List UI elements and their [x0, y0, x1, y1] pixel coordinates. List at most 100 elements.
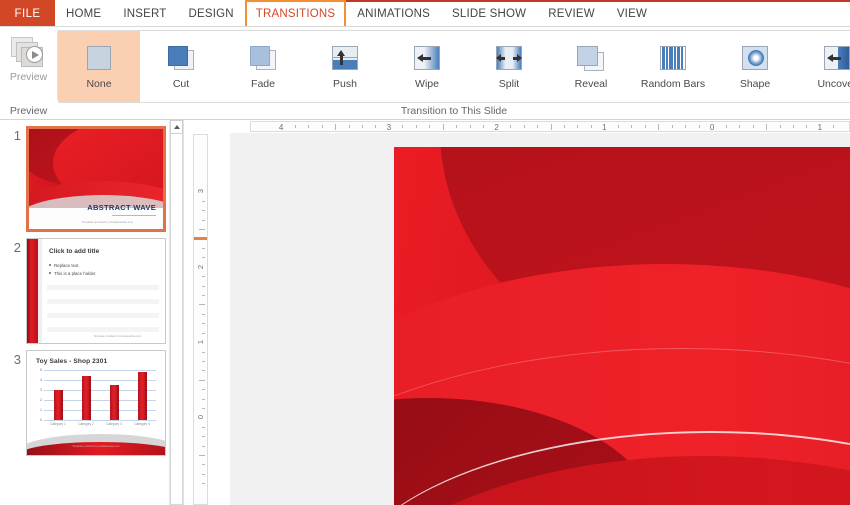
- slide-thumbnail-row-2[interactable]: 2 Click to add title Replace text. This …: [0, 232, 183, 344]
- transition-item-uncover[interactable]: Uncover: [796, 31, 850, 102]
- slide-editing-canvas[interactable]: 4 3 2 1 0 1: [230, 120, 850, 505]
- horizontal-ruler-tick: [806, 125, 808, 128]
- transition-random-bars-label: Random Bars: [640, 78, 706, 90]
- slide-thumbnail-2[interactable]: Click to add title Replace text. This is…: [26, 238, 166, 344]
- preview-button[interactable]: Preview: [1, 29, 56, 91]
- tab-home[interactable]: HOME: [55, 0, 112, 27]
- slide-3-chart-plot: 0 1 2 3 4 5 Category 1 Category 2 Category 3 Cate…: [40, 368, 156, 426]
- chart-gridline: 5: [40, 368, 156, 372]
- horizontal-ruler-tick: [752, 125, 754, 128]
- vertical-ruler-tick: [202, 398, 205, 400]
- transition-item-wipe[interactable]: Wipe: [386, 31, 468, 102]
- horizontal-ruler-tick-label: 4: [278, 123, 284, 132]
- horizontal-ruler-tick: [590, 125, 592, 128]
- horizontal-ruler-tick: [510, 125, 512, 128]
- horizontal-ruler-tick: [442, 123, 444, 130]
- tab-view[interactable]: VIEW: [606, 0, 658, 27]
- transition-item-push[interactable]: Push: [304, 31, 386, 102]
- tab-review[interactable]: REVIEW: [537, 0, 606, 27]
- vertical-ruler-tick: [202, 464, 205, 466]
- vertical-ruler-tick: [199, 379, 205, 381]
- transition-split-icon: [492, 45, 526, 75]
- vertical-ruler-tick: [202, 200, 205, 202]
- transition-shape-label: Shape: [739, 78, 771, 90]
- tab-animations[interactable]: ANIMATIONS: [346, 0, 441, 27]
- powerpoint-window: FILE HOME INSERT DESIGN TRANSITIONS ANIM…: [0, 0, 850, 505]
- vertical-ruler-tick: [202, 407, 205, 409]
- transition-fade-icon: [246, 45, 280, 75]
- chart-bar: [109, 385, 119, 420]
- horizontal-ruler-tick: [766, 123, 768, 130]
- horizontal-ruler-tick: [792, 125, 794, 128]
- horizontal-ruler-tick: [523, 125, 525, 128]
- tab-review-label: REVIEW: [548, 7, 595, 20]
- chart-y-tick-label: 1: [40, 408, 42, 412]
- slide-thumbnail-row-3[interactable]: 3 Toy Sales - Shop 2301 0 1 2 3 4 5 Category 1…: [0, 344, 183, 456]
- transition-none-label: None: [86, 78, 112, 90]
- transition-item-fade[interactable]: Fade: [222, 31, 304, 102]
- transition-gallery-wrap: None Cut Fade Push Wipe Split Reveal Ran…: [58, 27, 850, 105]
- horizontal-ruler-tick: [335, 123, 337, 130]
- tab-insert[interactable]: INSERT: [112, 0, 177, 27]
- transition-wipe-label: Wipe: [415, 78, 439, 90]
- slide-thumbnail-row-1[interactable]: 1 ABSTRACT WAVE Template provided by tem…: [0, 120, 183, 232]
- horizontal-ruler-tick: [833, 125, 835, 128]
- chart-gridline: 0: [40, 418, 156, 422]
- horizontal-ruler-tick: [537, 125, 539, 128]
- horizontal-ruler-tick-label: 3: [386, 123, 392, 132]
- vertical-ruler-tick: [202, 219, 205, 221]
- transition-cut-label: Cut: [172, 78, 190, 90]
- vertical-ruler-tick: [202, 445, 205, 447]
- transition-item-cut[interactable]: Cut: [140, 31, 222, 102]
- transition-item-reveal[interactable]: Reveal: [550, 31, 632, 102]
- transition-cut-icon: [164, 45, 198, 75]
- slide-3-artwork: Toy Sales - Shop 2301 0 1 2 3 4 5 Category 1 Ca…: [27, 351, 165, 455]
- transition-item-split[interactable]: Split: [468, 31, 550, 102]
- transition-uncover-label: Uncover: [817, 78, 850, 90]
- chart-bar: [137, 372, 147, 420]
- ribbon-content: Preview Preview None Cut Fade Push Wipe …: [0, 27, 850, 120]
- tab-file[interactable]: FILE: [0, 0, 55, 27]
- vertical-ruler-tick: [202, 436, 205, 438]
- vertical-ruler-tick: [202, 426, 205, 428]
- horizontal-ruler-tick-label: 2: [494, 123, 499, 132]
- tab-design-label: DESIGN: [188, 7, 234, 20]
- transition-item-shape[interactable]: Shape: [714, 31, 796, 102]
- horizontal-ruler-tick: [739, 125, 741, 128]
- horizontal-ruler-tick: [361, 125, 363, 128]
- slide-thumbnail-pane[interactable]: 1 ABSTRACT WAVE Template provided by tem…: [0, 120, 183, 505]
- horizontal-ruler-tick: [308, 125, 310, 128]
- horizontal-ruler-tick: [671, 125, 673, 128]
- tab-slide-show[interactable]: SLIDE SHOW: [441, 0, 537, 27]
- slide-thumbnail-1[interactable]: ABSTRACT WAVE Template provided by templ…: [26, 126, 166, 232]
- horizontal-ruler-tick-label: 0: [709, 123, 715, 132]
- vertical-ruler-tick: [199, 229, 205, 231]
- scrollbar-track[interactable]: [170, 134, 183, 505]
- transition-split-label: Split: [498, 78, 520, 90]
- scroll-up-arrow-icon[interactable]: [170, 120, 183, 134]
- ribbon-tab-bar: FILE HOME INSERT DESIGN TRANSITIONS ANIM…: [0, 0, 850, 28]
- transition-item-random-bars[interactable]: Random Bars: [632, 31, 714, 102]
- tab-design[interactable]: DESIGN: [177, 0, 244, 27]
- transition-item-none[interactable]: None: [58, 31, 140, 102]
- transition-gallery[interactable]: None Cut Fade Push Wipe Split Reveal Ran…: [58, 30, 850, 103]
- slide-pane-scrollbar[interactable]: [169, 120, 183, 505]
- slide-1-artwork: ABSTRACT WAVE Template provided by templ…: [29, 129, 163, 229]
- preview-button-label: Preview: [9, 71, 48, 83]
- vertical-ruler-tick: [202, 295, 205, 297]
- chart-y-tick-label: 4: [40, 378, 42, 382]
- vertical-ruler-tick: [202, 389, 205, 391]
- tab-animations-label: ANIMATIONS: [357, 7, 431, 20]
- transition-shape-icon: [738, 45, 772, 75]
- tab-transitions[interactable]: TRANSITIONS: [244, 0, 347, 28]
- tab-view-label: VIEW: [616, 7, 648, 20]
- slide-3-chart-title: Toy Sales - Shop 2301: [36, 358, 108, 365]
- slide-2-bullet-1: Replace text.: [54, 263, 80, 268]
- slide-thumbnail-3[interactable]: Toy Sales - Shop 2301 0 1 2 3 4 5 Category 1 Ca…: [26, 350, 166, 456]
- preview-group-label: Preview: [9, 105, 48, 117]
- horizontal-ruler-tick-label: 1: [817, 123, 823, 132]
- slide-2-title: Click to add title: [49, 248, 100, 255]
- current-slide-abstract-wave[interactable]: [394, 147, 850, 505]
- chart-x-tick-label: Category 3: [106, 422, 122, 426]
- horizontal-ruler-tick: [577, 125, 579, 128]
